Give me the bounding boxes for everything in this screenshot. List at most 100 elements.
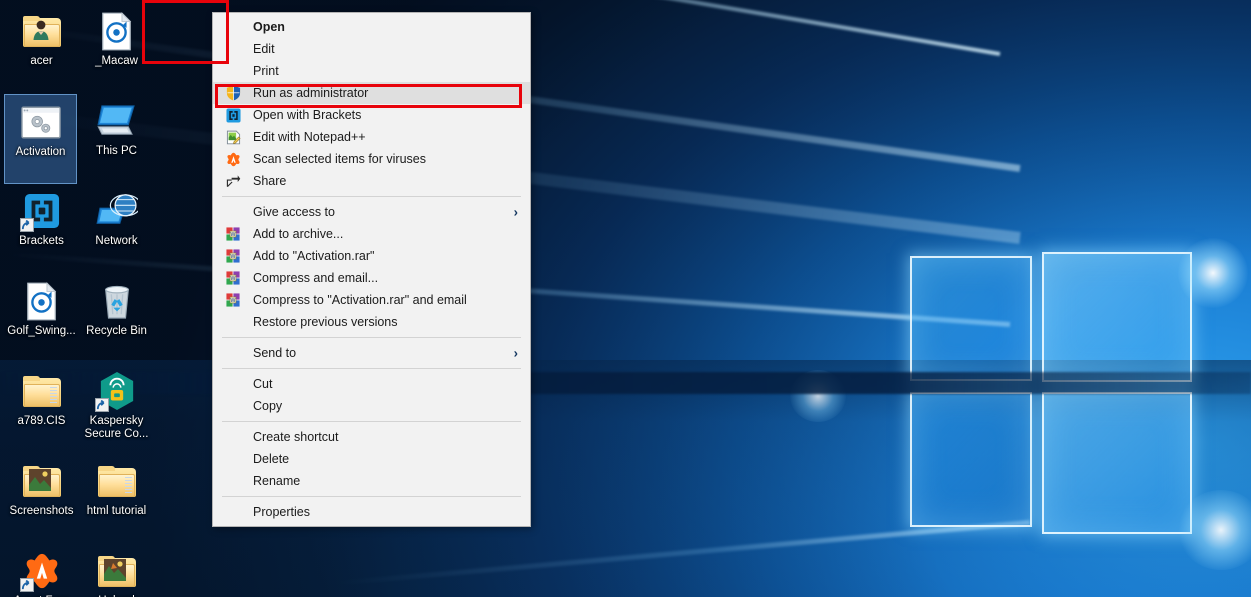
desktop-icon-label: html tutorial [86, 505, 147, 517]
context-menu[interactable]: Open Edit Print Run as administrator Ope… [212, 12, 531, 527]
application-gears-icon [19, 101, 63, 143]
uac-shield-icon [221, 84, 245, 102]
avast-icon [19, 550, 64, 592]
menu-item-compress-and-email[interactable]: W Compress and email... [213, 267, 530, 289]
chevron-right-icon: › [513, 345, 518, 361]
desktop-icon-network[interactable]: Network [79, 184, 154, 274]
no-icon [221, 203, 245, 221]
desktop-icon-html-tutorial[interactable]: html tutorial [79, 454, 154, 544]
desktop-icon-label: Network [95, 235, 138, 247]
recycle-bin-icon [95, 280, 139, 322]
desktop-icon-acer[interactable]: acer [4, 4, 79, 94]
menu-item-rename[interactable]: Rename [213, 470, 530, 492]
desktop-icon-recycle-bin[interactable]: Recycle Bin [79, 274, 154, 364]
menu-item-create-shortcut[interactable]: Create shortcut [213, 426, 530, 448]
menu-item-edit-with-notepadpp[interactable]: Edit with Notepad++ [213, 126, 530, 148]
menu-item-open-with-brackets[interactable]: Open with Brackets [213, 104, 530, 126]
menu-separator [222, 337, 521, 338]
network-icon [95, 190, 139, 232]
macaw-file-icon [95, 10, 139, 52]
no-icon [221, 62, 245, 80]
menu-item-open[interactable]: Open [213, 16, 530, 38]
desktop-icon-golf-swing[interactable]: Golf_Swing... [4, 274, 79, 364]
avast-icon [221, 150, 245, 168]
winrar-icon: W [221, 269, 245, 287]
no-icon [221, 40, 245, 58]
menu-item-give-access-to[interactable]: Give access to › [213, 201, 530, 223]
wallpaper-window-pane [1042, 252, 1192, 382]
desktop-icon-activation[interactable]: Activation [4, 94, 77, 184]
winrar-icon: W [221, 247, 245, 265]
no-icon [221, 18, 245, 36]
svg-text:W: W [230, 232, 236, 238]
menu-item-restore-previous-versions[interactable]: Restore previous versions [213, 311, 530, 333]
svg-text:W: W [230, 254, 236, 260]
desktop[interactable]: acer _Macaw Activation This PC Brackets … [0, 0, 1251, 597]
brackets-icon [19, 190, 64, 232]
folder-pictures-icon [20, 460, 64, 502]
chevron-right-icon: › [513, 204, 518, 220]
desktop-icon-grid[interactable]: acer _Macaw Activation This PC Brackets … [4, 4, 216, 597]
winrar-icon: W [221, 225, 245, 243]
desktop-icon-brackets[interactable]: Brackets [4, 184, 79, 274]
no-icon [221, 472, 245, 490]
menu-item-copy[interactable]: Copy [213, 395, 530, 417]
menu-item-compress-to-named-and-email[interactable]: W Compress to "Activation.rar" and email [213, 289, 530, 311]
menu-item-add-to-archive[interactable]: W Add to archive... [213, 223, 530, 245]
shortcut-arrow-icon [19, 578, 34, 592]
desktop-icon-label: This PC [96, 145, 137, 157]
svg-text:W: W [230, 298, 236, 304]
menu-separator [222, 496, 521, 497]
desktop-icon-kaspersky[interactable]: Kaspersky Secure Co... [79, 364, 154, 454]
desktop-icon-screenshots[interactable]: Screenshots [4, 454, 79, 544]
desktop-icon-label: Activation [15, 146, 66, 158]
menu-item-share[interactable]: Share [213, 170, 530, 192]
menu-item-cut[interactable]: Cut [213, 373, 530, 395]
desktop-icon-avast[interactable]: Avast Free Antivirus [4, 544, 79, 597]
menu-item-properties[interactable]: Properties [213, 501, 530, 523]
menu-item-edit[interactable]: Edit [213, 38, 530, 60]
menu-item-run-as-administrator[interactable]: Run as administrator [213, 82, 530, 104]
desktop-icon-label: Kaspersky Secure Co... [84, 415, 149, 440]
no-icon [221, 313, 245, 331]
folder-icon [95, 460, 139, 502]
winrar-icon: W [221, 291, 245, 309]
desktop-icon-this-pc[interactable]: This PC [79, 94, 154, 184]
desktop-icon-a789-cis[interactable]: a789.CIS [4, 364, 79, 454]
notepadpp-icon [221, 128, 245, 146]
menu-separator [222, 368, 521, 369]
menu-item-scan-for-viruses[interactable]: Scan selected items for viruses [213, 148, 530, 170]
no-icon [221, 503, 245, 521]
no-icon [221, 344, 245, 362]
shortcut-arrow-icon [94, 398, 109, 412]
wallpaper-window-pane [910, 256, 1032, 381]
folder-user-icon [20, 10, 64, 52]
desktop-icon-label: a789.CIS [17, 415, 66, 427]
menu-item-send-to[interactable]: Send to › [213, 342, 530, 364]
menu-item-add-to-named-archive[interactable]: W Add to "Activation.rar" [213, 245, 530, 267]
this-pc-icon [95, 100, 139, 142]
kaspersky-icon [94, 370, 139, 412]
desktop-icon-label: Recycle Bin [86, 325, 147, 337]
menu-item-print[interactable]: Print [213, 60, 530, 82]
desktop-icon-label: Screenshots [9, 505, 74, 517]
wallpaper-window-pane [1042, 392, 1192, 534]
macaw-file-icon [20, 280, 64, 322]
desktop-icon-macaw[interactable]: _Macaw [79, 4, 154, 94]
desktop-icon-label: _Macaw [95, 55, 138, 67]
menu-item-delete[interactable]: Delete [213, 448, 530, 470]
folder-pictures-icon [95, 550, 139, 592]
menu-separator [222, 421, 521, 422]
share-icon [221, 172, 245, 190]
wallpaper-glow [1178, 238, 1248, 308]
no-icon [221, 428, 245, 446]
no-icon [221, 375, 245, 393]
no-icon [221, 397, 245, 415]
menu-separator [222, 196, 521, 197]
wallpaper-window-pane [910, 392, 1032, 527]
no-icon [221, 450, 245, 468]
desktop-icon-label: Brackets [19, 235, 64, 247]
svg-text:W: W [230, 276, 236, 282]
folder-icon [20, 370, 64, 412]
desktop-icon-upload[interactable]: Upload [79, 544, 154, 597]
